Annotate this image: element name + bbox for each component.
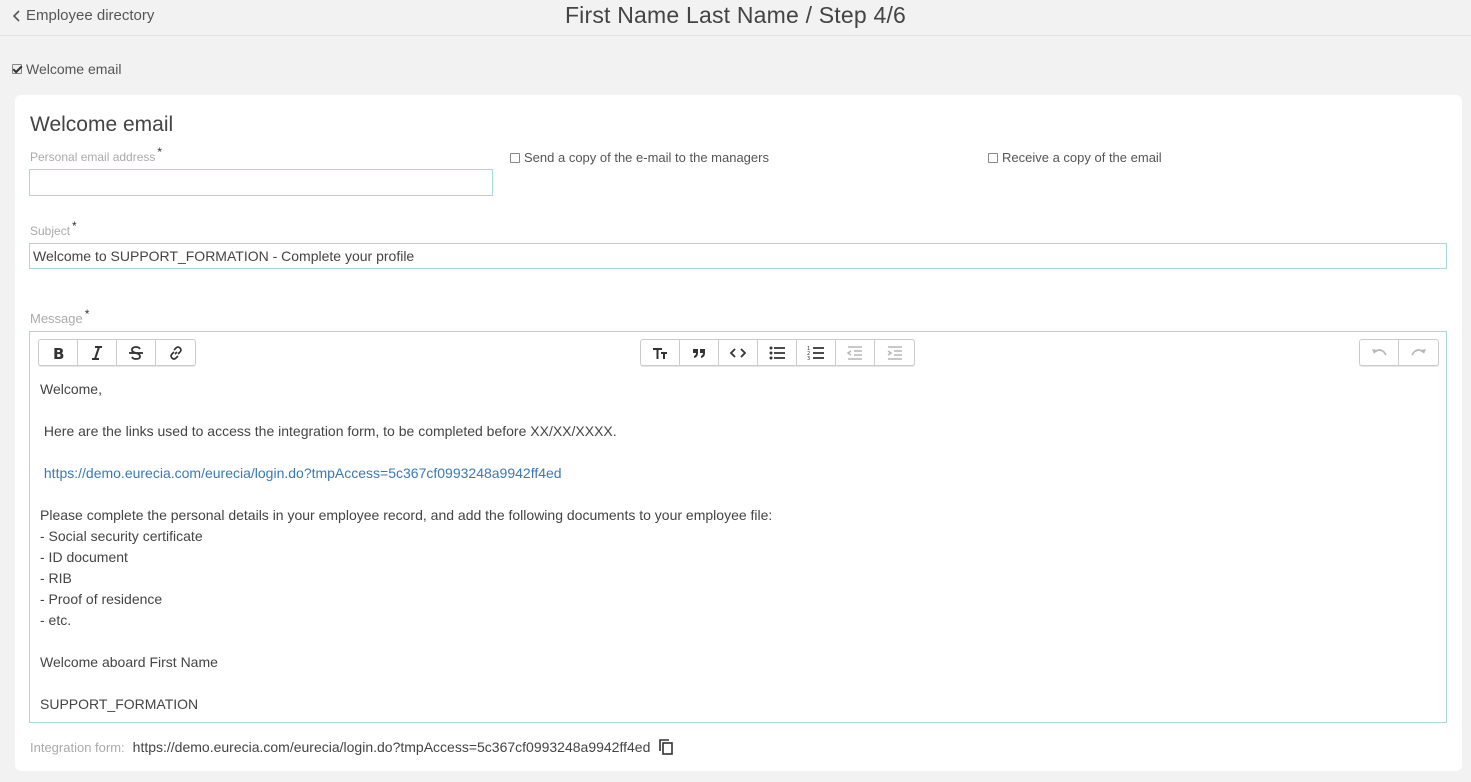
message-label: Message * [30, 307, 89, 326]
list-item: - Proof of residence [40, 591, 163, 607]
strikethrough-button[interactable] [117, 340, 156, 365]
welcome-email-toggle[interactable]: Welcome email [12, 61, 121, 77]
message-label-text: Message [30, 311, 83, 326]
bullet-list-icon [769, 346, 785, 359]
history-toolbar-group [1359, 339, 1439, 366]
receive-copy-checkbox[interactable] [988, 152, 998, 163]
svg-text:3: 3 [807, 356, 810, 362]
list-item: - Social security certificate [40, 528, 203, 544]
redo-button[interactable] [1399, 340, 1438, 365]
subject-label-text: Subject [30, 224, 71, 238]
welcome-email-toggle-label: Welcome email [26, 61, 122, 77]
personal-email-input[interactable] [29, 169, 493, 196]
list-item: - etc. [40, 612, 72, 628]
message-instructions: Please complete the personal details in … [40, 507, 773, 523]
list-item: - ID document [40, 549, 128, 565]
send-copy-managers-label: Send a copy of the e-mail to the manager… [524, 150, 769, 165]
required-mark: * [72, 219, 77, 233]
copy-icon[interactable] [658, 739, 674, 755]
message-greeting: Welcome, [40, 381, 102, 397]
subject-input[interactable] [29, 243, 1447, 269]
message-signature: SUPPORT_FORMATION [40, 696, 199, 712]
indent-button[interactable] [875, 340, 914, 365]
indent-icon [887, 345, 902, 360]
italic-icon [92, 345, 102, 360]
welcome-email-card: Welcome email Personal email address * Se… [15, 95, 1462, 771]
outdent-icon [846, 345, 862, 360]
link-button[interactable] [156, 340, 195, 365]
quote-button[interactable] [680, 340, 719, 365]
undo-button[interactable] [1360, 340, 1399, 365]
undo-icon [1372, 348, 1387, 355]
italic-button[interactable] [78, 340, 117, 365]
message-content[interactable]: Welcome, Here are the links used to acce… [40, 379, 1430, 715]
message-editor[interactable]: B 1 2 3 Welcome, Here are the links used… [29, 331, 1447, 723]
svg-text:B: B [53, 345, 64, 362]
integration-form-label: Integration form: [30, 739, 125, 755]
block-toolbar-group: 123 [640, 339, 915, 366]
receive-copy-option[interactable]: Receive a copy of the email [988, 150, 1162, 165]
send-copy-managers-option[interactable]: Send a copy of the e-mail to the manager… [510, 150, 769, 165]
numbered-list-icon: 123 [807, 346, 824, 362]
integration-form-row: Integration form: https://demo.eurecia.c… [30, 739, 674, 755]
link-icon [169, 345, 182, 360]
quote-icon [693, 348, 705, 358]
numbered-list-button[interactable]: 123 [797, 340, 836, 365]
welcome-email-checkbox[interactable] [12, 64, 22, 74]
heading-button[interactable] [641, 340, 680, 365]
subject-label: Subject * [30, 219, 77, 238]
format-toolbar-group: B [38, 339, 196, 366]
required-mark: * [157, 145, 163, 159]
message-closing: Welcome aboard First Name [40, 654, 218, 670]
list-item: - RIB [40, 570, 72, 586]
outdent-button[interactable] [836, 340, 875, 365]
receive-copy-label: Receive a copy of the email [1002, 150, 1162, 165]
bold-icon: B [53, 345, 64, 362]
send-copy-managers-checkbox[interactable] [510, 152, 520, 163]
email-label: Personal email address * [30, 145, 162, 164]
code-button[interactable] [719, 340, 758, 365]
top-bar: Employee directory First Name Last Name … [0, 0, 1471, 36]
integration-form-url: https://demo.eurecia.com/eurecia/login.d… [132, 739, 651, 755]
email-label-text: Personal email address [30, 150, 156, 164]
strikethrough-icon [129, 345, 143, 360]
code-icon [729, 347, 747, 358]
message-intro: Here are the links used to access the in… [40, 423, 617, 439]
heading-icon [653, 347, 667, 359]
bullet-list-button[interactable] [758, 340, 797, 365]
redo-icon [1410, 348, 1426, 355]
required-mark: * [84, 307, 90, 321]
bold-button[interactable]: B [39, 340, 78, 365]
message-access-link[interactable]: https://demo.eurecia.com/eurecia/login.d… [40, 463, 1430, 484]
card-title: Welcome email [30, 113, 174, 136]
page-title: First Name Last Name / Step 4/6 [564, 2, 907, 28]
